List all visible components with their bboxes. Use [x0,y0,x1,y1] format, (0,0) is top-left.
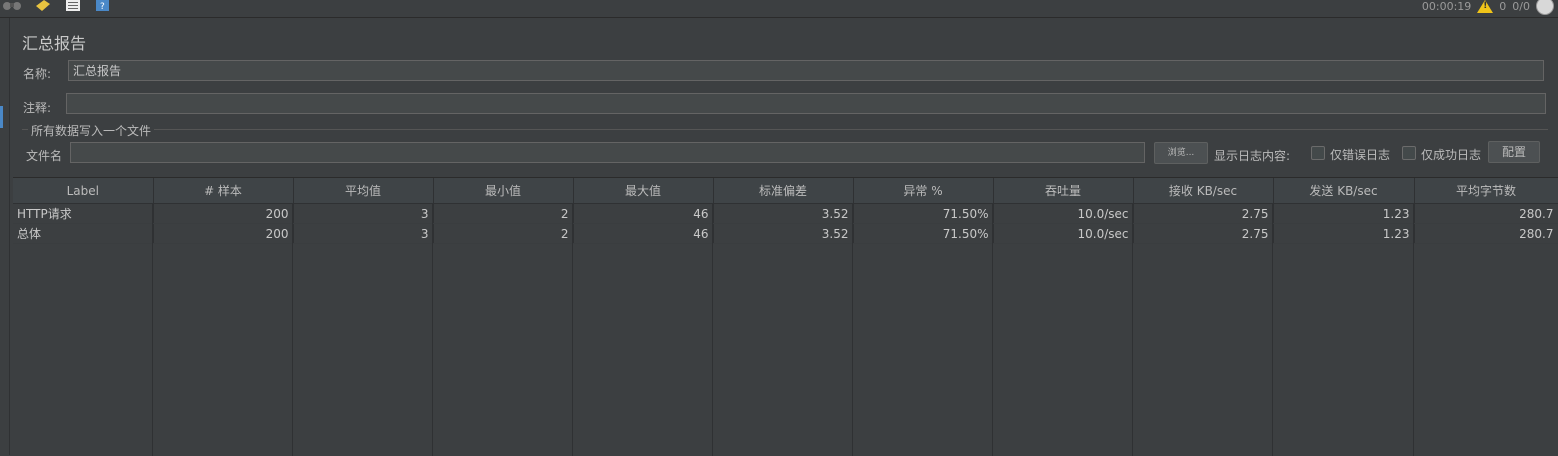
success-only-checkbox[interactable] [1402,146,1416,160]
broom-icon[interactable] [34,0,52,12]
column-header[interactable]: 发送 KB/sec [1273,178,1415,204]
results-table: Label # 样本 平均值 最小值 最大值 标准偏差 异常 % 吞吐量 接收 … [13,177,1558,456]
column-header[interactable]: 吞吐量 [993,178,1134,204]
comment-field[interactable] [66,93,1546,114]
table-cell: 1.23 [1273,223,1415,244]
column-header[interactable]: # 样本 [153,178,294,204]
name-label: 名称: [23,67,52,81]
table-cell: 280.7 [1414,203,1558,224]
column-header[interactable]: 平均字节数 [1414,178,1558,204]
globe-icon[interactable] [1536,0,1554,15]
warning-icon[interactable] [1477,0,1494,13]
table-cell: 2 [433,223,574,244]
toolbar: ? 00:00:19 0 0/0 [0,0,1558,18]
svg-text:?: ? [100,2,105,12]
column-header[interactable]: 平均值 [293,178,434,204]
selection-marker [0,106,3,128]
table-cell: 3 [293,203,434,224]
table-cell: 总体 [13,223,154,244]
table-cell: 3 [293,223,434,244]
errors-only-label: 仅错误日志 [1330,148,1391,162]
browse-button[interactable]: 浏览... [1154,142,1208,164]
filename-field[interactable] [70,142,1145,163]
table-cell: 46 [573,203,714,224]
filename-label: 文件名 [26,149,63,163]
column-header[interactable]: 标准偏差 [713,178,854,204]
table-cell: 10.0/sec [993,203,1134,224]
table-cell: 2.75 [1133,203,1274,224]
table-row[interactable]: HTTP请求 200 3 2 46 3.52 71.50% 10.0/sec 2… [13,203,1558,224]
table-cell: 2.75 [1133,223,1274,244]
comment-label: 注释: [23,101,52,115]
help-icon[interactable]: ? [95,0,113,12]
table-cell: 46 [573,223,714,244]
table-cell: 71.50% [853,203,994,224]
table-cell: 10.0/sec [993,223,1134,244]
success-only-label: 仅成功日志 [1421,148,1482,162]
warning-count: 0 [1499,0,1507,13]
table-cell: 1.23 [1273,203,1415,224]
table-cell: 200 [153,223,294,244]
group-divider [22,129,1548,130]
table-cell: 2 [433,203,574,224]
column-header[interactable]: 最大值 [573,178,714,204]
tree-gutter [0,18,10,455]
column-header[interactable]: 最小值 [433,178,574,204]
binoculars-icon[interactable] [2,0,21,12]
elapsed-timer: 00:00:19 [1421,0,1472,13]
panel-title: 汇总报告 [22,34,87,53]
column-header[interactable]: Label [13,178,154,204]
table-cell: 71.50% [853,223,994,244]
table-cell: 200 [153,203,294,224]
table-cell: 3.52 [713,203,854,224]
group-title: 所有数据写入一个文件 [28,122,155,139]
list-icon[interactable] [64,0,82,12]
table-header-row: Label # 样本 平均值 最小值 最大值 标准偏差 异常 % 吞吐量 接收 … [13,178,1558,204]
log-content-label: 显示日志内容: [1214,149,1291,163]
column-header[interactable]: 异常 % [853,178,994,204]
table-row[interactable]: 总体 200 3 2 46 3.52 71.50% 10.0/sec 2.75 … [13,223,1558,244]
column-header[interactable]: 接收 KB/sec [1133,178,1274,204]
table-cell: 3.52 [713,223,854,244]
table-cell: 280.7 [1414,223,1558,244]
configure-button[interactable]: 配置 [1488,141,1540,163]
summary-report-panel: 汇总报告 名称: 汇总报告 注释: 所有数据写入一个文件 文件名 浏览... 显… [10,18,1558,456]
errors-only-checkbox[interactable] [1311,146,1325,160]
table-cell: HTTP请求 [13,203,154,224]
name-field[interactable]: 汇总报告 [68,60,1544,81]
thread-count: 0/0 [1512,0,1530,13]
